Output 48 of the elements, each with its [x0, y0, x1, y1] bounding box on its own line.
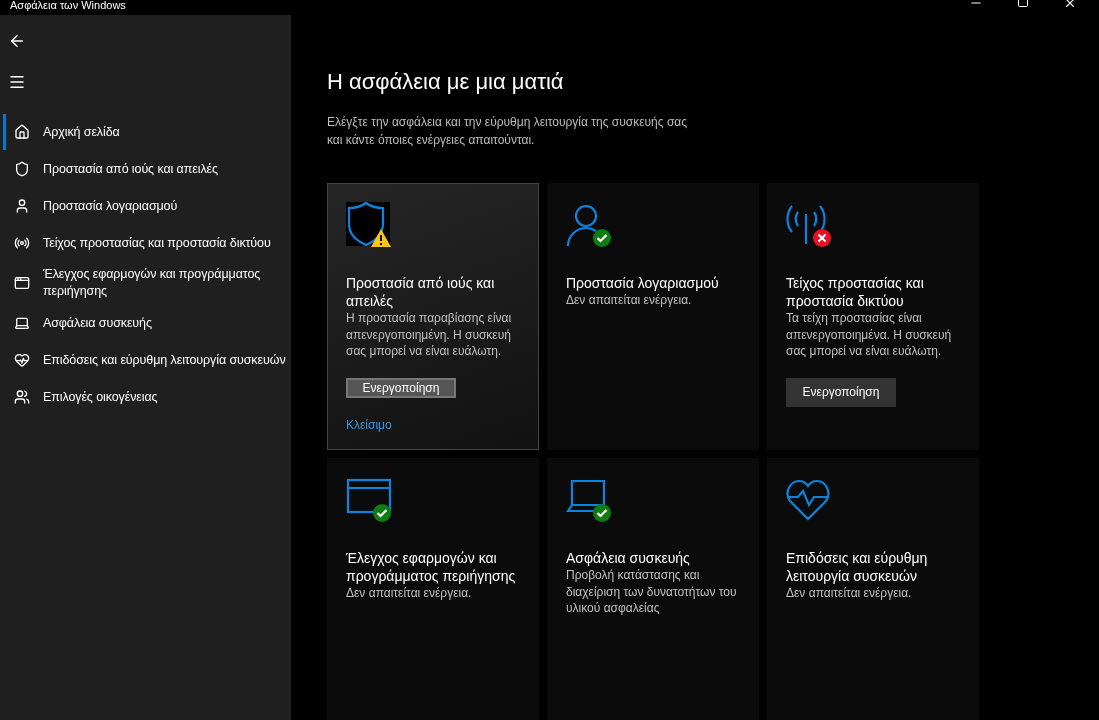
window-title: Ασφάλεια των Windows	[10, 0, 126, 10]
person-icon	[14, 198, 30, 214]
shield-icon	[346, 202, 390, 247]
card-title: Επιδόσεις και εύρυθμη λειτουργία συσκευών	[786, 549, 929, 585]
card-description: Δεν απαιτείται ενέργεια.	[786, 585, 913, 602]
family-icon	[14, 389, 30, 405]
card-title: Προστασία από ιούς και απειλές	[346, 274, 496, 310]
status-card[interactable]: Ασφάλεια συσκευής Προβολή κατάστασης και διαχείριση των δυνατοτήτων του υλικού ασφαλείας	[547, 458, 759, 720]
status-card[interactable]: Έλεγχος εφαρμογών και προγράμματος περιήγησης Δεν απαιτείται ενέργεια.	[327, 458, 539, 720]
status-card[interactable]: Τείχος προστασίας και προστασία δικτύου Τα τείχη προστασίας είναι απενεργοποιημένα. Η συσκευή σας μπορεί να είναι ευάλωτη. Ενεργοποίηση	[767, 183, 979, 450]
menu-icon	[8, 73, 26, 91]
card-title: Προστασία λογαριασμού	[566, 274, 720, 292]
nav-item[interactable]: Προστασία από ιούς και απειλές	[3, 151, 291, 187]
nav-item[interactable]: Επιλογές οικογένειας	[3, 379, 291, 415]
window-icon	[14, 275, 30, 291]
home-icon	[14, 124, 30, 140]
dismiss-link[interactable]: Κλείσιμο	[346, 417, 392, 432]
nav-item[interactable]: Αρχική σελίδα	[3, 114, 291, 150]
laptop-icon	[14, 315, 30, 331]
status-card[interactable]: Επιδόσεις και εύρυθμη λειτουργία συσκευών Δεν απαιτείται ενέργεια.	[767, 458, 979, 720]
close-icon[interactable]	[1063, 0, 1077, 10]
card-description: Δεν απαιτείται ενέργεια.	[346, 585, 473, 602]
antenna-icon	[786, 204, 826, 244]
shield-icon	[14, 161, 30, 177]
heart-pulse-icon	[14, 352, 30, 368]
card-title: Τείχος προστασίας και προστασία δικτύου	[786, 274, 925, 310]
heart-pulse-icon	[786, 479, 830, 521]
card-title: Ασφάλεια συσκευής	[566, 549, 691, 567]
nav-item[interactable]: Προστασία λογαριασμού	[3, 188, 291, 224]
page-description: Ελέγξτε την ασφάλεια και την εύρυθμη λειτουργία της συσκευής σας και κάντε όποιες ενέργειες απαιτούνται.	[327, 114, 687, 149]
card-description: Η προστασία παραβίασης είναι απενεργοποιημένη. Η συσκευή σας μπορεί να είναι ευάλωτη.	[346, 310, 513, 360]
nav-item[interactable]: Έλεγχος εφαρμογών και προγράμματος περιήγησης	[3, 262, 291, 304]
card-description: Δεν απαιτείται ενέργεια.	[566, 292, 693, 309]
enable-button[interactable]: Ενεργοποίηση	[786, 377, 896, 407]
card-description: Τα τείχη προστασίας είναι απενεργοποιημένα. Η συσκευή σας μπορεί να είναι ευάλωτη.	[786, 310, 953, 360]
enable-button[interactable]: Ενεργοποίηση	[346, 377, 456, 398]
card-description: Προβολή κατάστασης και διαχείριση των δυνατοτήτων του υλικού ασφαλείας	[566, 567, 738, 617]
card-title: Έλεγχος εφαρμογών και προγράμματος περιήγησης	[346, 549, 517, 585]
laptop-icon	[566, 479, 606, 513]
browser-window-icon	[346, 478, 392, 514]
status-card[interactable]: Προστασία από ιούς και απειλές Η προστασία παραβίασης είναι απενεργοποιημένη. Η συσκευή σας μπορεί να είναι ευάλωτη. Ενεργοποίηση Κλείσιμο	[327, 183, 539, 450]
antenna-icon	[14, 235, 30, 251]
nav-item[interactable]: Επιδόσεις και εύρυθμη λειτουργία συσκευών	[3, 342, 291, 378]
nav-item[interactable]: Τείχος προστασίας και προστασία δικτύου	[3, 225, 291, 261]
nav-item[interactable]: Ασφάλεια συσκευής	[3, 305, 291, 341]
page-heading: Η ασφάλεια με μια ματιά	[327, 69, 565, 95]
person-icon	[566, 204, 598, 247]
status-card[interactable]: Προστασία λογαριασμού Δεν απαιτείται ενέργεια.	[547, 183, 759, 450]
